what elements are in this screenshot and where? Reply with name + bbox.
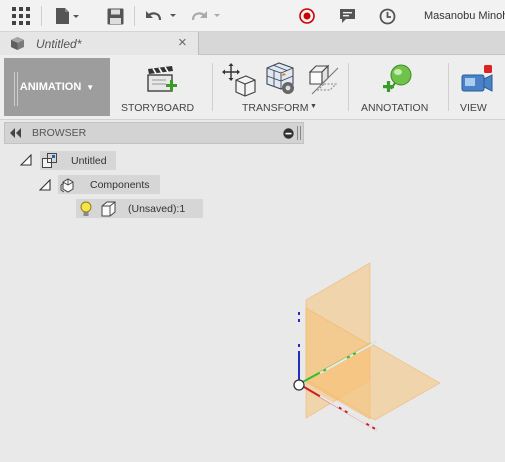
view-camera-icon[interactable] [460, 65, 494, 98]
tree-node-components[interactable]: Components [58, 175, 160, 194]
chevron-down-icon: ▼ [86, 82, 95, 92]
comment-icon[interactable] [338, 6, 356, 26]
tree-node-label: Untitled [71, 154, 107, 167]
ribbon-grip [14, 72, 18, 106]
origin-axes [293, 296, 378, 431]
transform-label[interactable]: TRANSFORM [242, 102, 309, 114]
restore-home-icon[interactable] [306, 63, 340, 98]
quick-access-toolbar: Masanobu Minoh [0, 0, 505, 32]
document-tab-bar: Untitled* × [0, 32, 505, 55]
collapse-panel-icon[interactable] [10, 128, 21, 141]
document-tab-title: Untitled* [36, 37, 82, 51]
components-icon [60, 177, 78, 193]
ribbon-divider [348, 63, 349, 111]
transform-components-icon[interactable] [264, 62, 298, 99]
x-axis [298, 383, 378, 431]
panel-resize-grip[interactable] [297, 126, 301, 140]
workspace-switcher-button[interactable]: ANIMATION ▼ [4, 58, 110, 116]
visibility-lightbulb-icon[interactable] [80, 201, 92, 217]
tree-node-root[interactable]: Untitled [40, 151, 116, 170]
y-axis [298, 341, 377, 385]
expand-triangle-icon[interactable] [38, 178, 51, 194]
annotation-label[interactable]: ANNOTATION [361, 102, 428, 114]
undo-icon[interactable] [145, 6, 179, 26]
history-clock-icon[interactable] [378, 6, 396, 26]
document-cube-icon [10, 36, 25, 54]
browser-title: BROWSER [32, 127, 87, 139]
ribbon-divider [212, 63, 213, 111]
save-icon[interactable] [106, 6, 124, 26]
transform-chevron-down-icon[interactable]: ▼ [310, 103, 317, 110]
xy-plane[interactable] [305, 342, 441, 421]
tree-node-component[interactable]: (Unsaved):1 [76, 199, 203, 218]
tree-node-label: Components [90, 178, 150, 191]
view-label[interactable]: VIEW [460, 102, 487, 114]
ribbon-divider [448, 63, 449, 111]
create-callout-icon[interactable] [382, 63, 414, 98]
workspace-label: ANIMATION [19, 81, 82, 93]
toolbar-ribbon: ANIMATION ▼ STORYBOARD TRANSFORM ▼ ANNOT… [0, 55, 505, 120]
user-name[interactable]: Masanobu Minoh [424, 10, 505, 22]
yz-plane[interactable] [305, 262, 371, 419]
document-tab[interactable]: Untitled* × [0, 32, 199, 55]
toolbar-divider [134, 6, 135, 26]
close-tab-icon[interactable]: × [178, 34, 187, 51]
file-icon[interactable] [54, 6, 80, 26]
origin-point[interactable] [293, 379, 305, 391]
x-axis-dash [319, 395, 378, 431]
xz-plane[interactable] [305, 307, 371, 420]
expand-triangle-icon[interactable] [19, 153, 32, 169]
minimize-panel-icon[interactable] [283, 128, 294, 142]
browser-panel-header: BROWSER [4, 122, 304, 144]
tree-node-label: (Unsaved):1 [128, 202, 186, 215]
redo-icon[interactable] [189, 6, 223, 26]
new-storyboard-icon[interactable] [146, 65, 178, 98]
app-grid-icon[interactable] [11, 6, 31, 26]
move-components-icon[interactable] [222, 63, 256, 100]
y-axis-dash [319, 341, 377, 374]
storyboard-label[interactable]: STORYBOARD [121, 102, 194, 114]
assembly-icon [42, 152, 58, 169]
record-icon[interactable] [298, 6, 316, 26]
toolbar-divider [41, 6, 42, 26]
component-body-icon [100, 201, 116, 217]
origin-planes [305, 262, 441, 421]
